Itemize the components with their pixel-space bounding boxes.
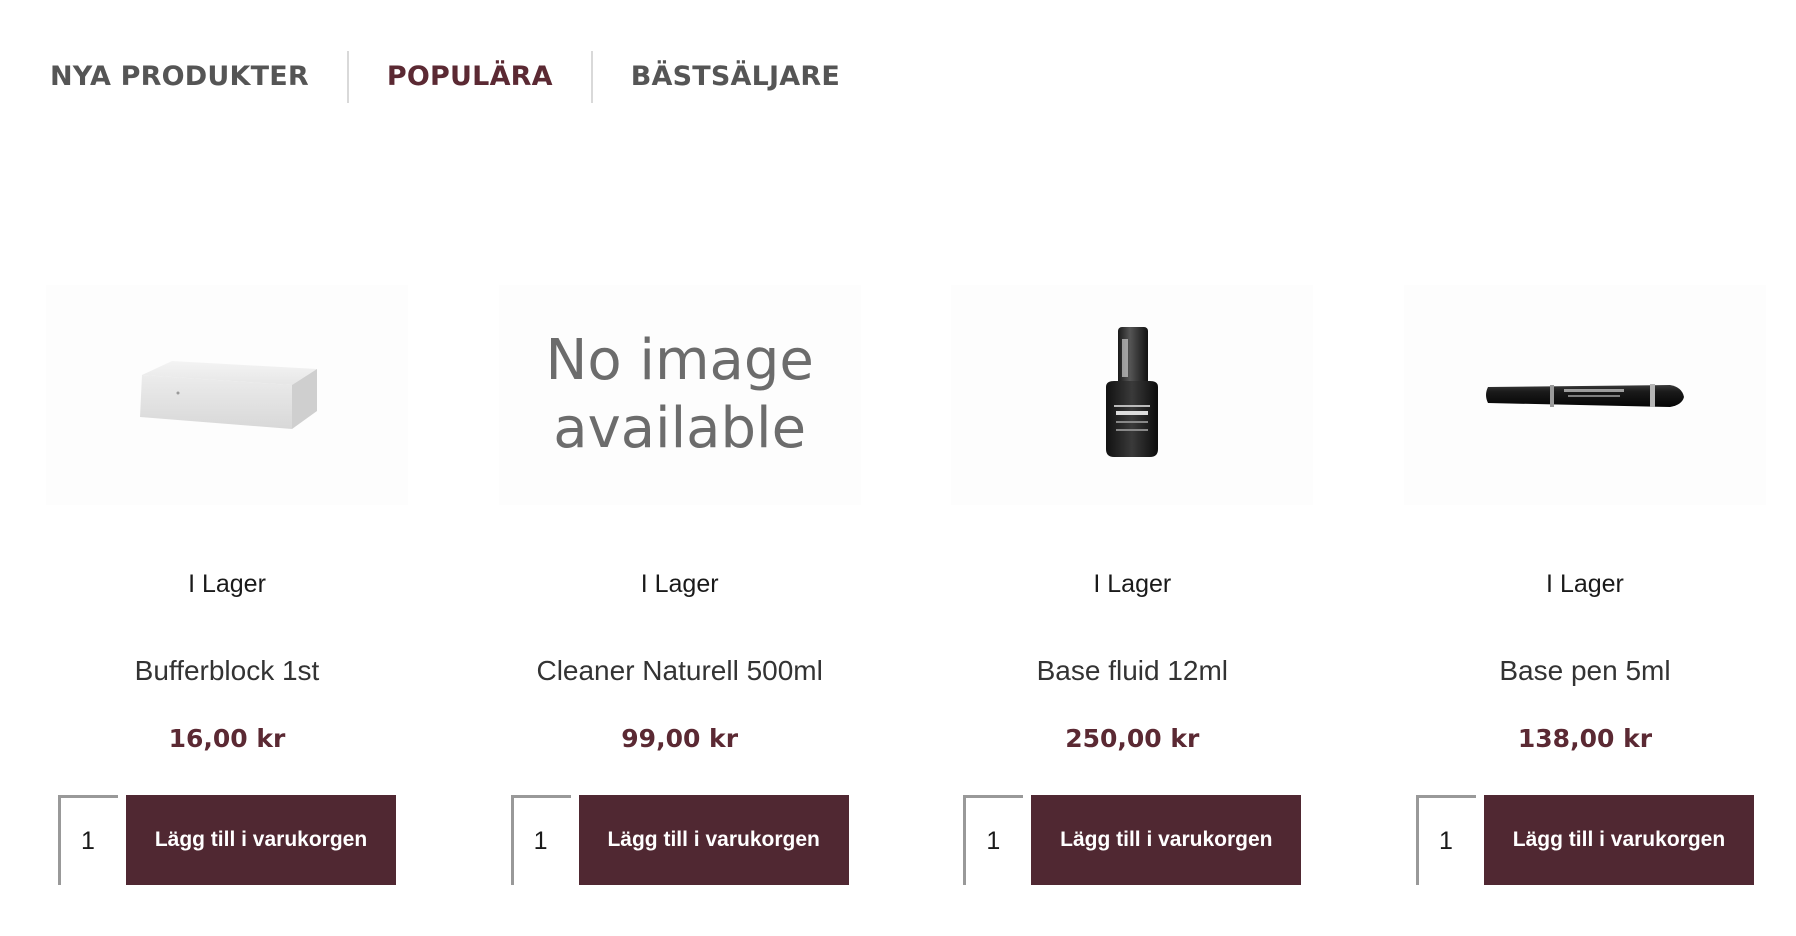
quantity-input[interactable]	[1415, 795, 1476, 885]
tab-populara[interactable]: POPULÄRA	[349, 48, 591, 106]
add-to-cart-button[interactable]: Lägg till i varukorgen	[126, 795, 396, 885]
add-to-cart-row: Lägg till i varukorgen	[1415, 795, 1754, 885]
quantity-input[interactable]	[58, 795, 118, 885]
add-to-cart-button[interactable]: Lägg till i varukorgen	[1031, 795, 1302, 885]
stock-status: I Lager	[1546, 570, 1624, 598]
stock-status: I Lager	[1093, 570, 1172, 598]
add-to-cart-row: Lägg till i varukorgen	[58, 795, 396, 885]
no-image-text: No image	[545, 328, 814, 393]
product-tabs: NYA PRODUKTER POPULÄRA BÄSTSÄLJARE	[50, 48, 878, 106]
buffer-block-image	[140, 361, 317, 429]
product-name-link[interactable]: Base fluid 12ml	[1037, 654, 1228, 688]
product-card: No image available I Lager Cleaner Natur…	[498, 285, 861, 885]
add-to-cart-row: Lägg till i varukorgen	[963, 795, 1302, 885]
no-image-text: available	[553, 396, 807, 461]
quantity-input[interactable]	[510, 795, 571, 885]
tab-nya-produkter[interactable]: NYA PRODUKTER	[50, 48, 347, 106]
product-price: 99,00 kr	[621, 724, 739, 753]
tab-bastsaljare[interactable]: BÄSTSÄLJARE	[593, 48, 878, 106]
product-image-link[interactable]	[1403, 285, 1766, 505]
add-to-cart-button[interactable]: Lägg till i varukorgen	[1483, 795, 1754, 885]
product-price: 16,00 kr	[168, 724, 286, 753]
no-image-placeholder: No image available	[545, 327, 813, 463]
product-image-link[interactable]	[951, 285, 1314, 505]
quantity-input[interactable]	[963, 795, 1024, 885]
base-pen-image	[1485, 384, 1684, 407]
product-card: I Lager Bufferblock 1st 16,00 kr Lägg ti…	[46, 285, 408, 885]
product-card: I Lager Base pen 5ml 138,00 kr Lägg till…	[1403, 285, 1766, 885]
product-price: 250,00 kr	[1065, 724, 1200, 753]
product-image-link[interactable]: No image available	[498, 285, 861, 505]
product-name-link[interactable]: Bufferblock 1st	[135, 654, 320, 688]
add-to-cart-button[interactable]: Lägg till i varukorgen	[578, 795, 849, 885]
product-image-link[interactable]	[46, 285, 408, 505]
product-name-link[interactable]: Cleaner Naturell 500ml	[536, 654, 822, 688]
base-fluid-bottle-image	[1106, 327, 1159, 457]
product-price: 138,00 kr	[1517, 724, 1653, 753]
stock-status: I Lager	[188, 570, 266, 598]
product-grid: I Lager Bufferblock 1st 16,00 kr Lägg ti…	[46, 285, 1766, 885]
add-to-cart-row: Lägg till i varukorgen	[510, 795, 849, 885]
product-card: I Lager Base fluid 12ml 250,00 kr Lägg t…	[951, 285, 1314, 885]
product-name-link[interactable]: Base pen 5ml	[1499, 654, 1670, 688]
stock-status: I Lager	[640, 570, 719, 598]
